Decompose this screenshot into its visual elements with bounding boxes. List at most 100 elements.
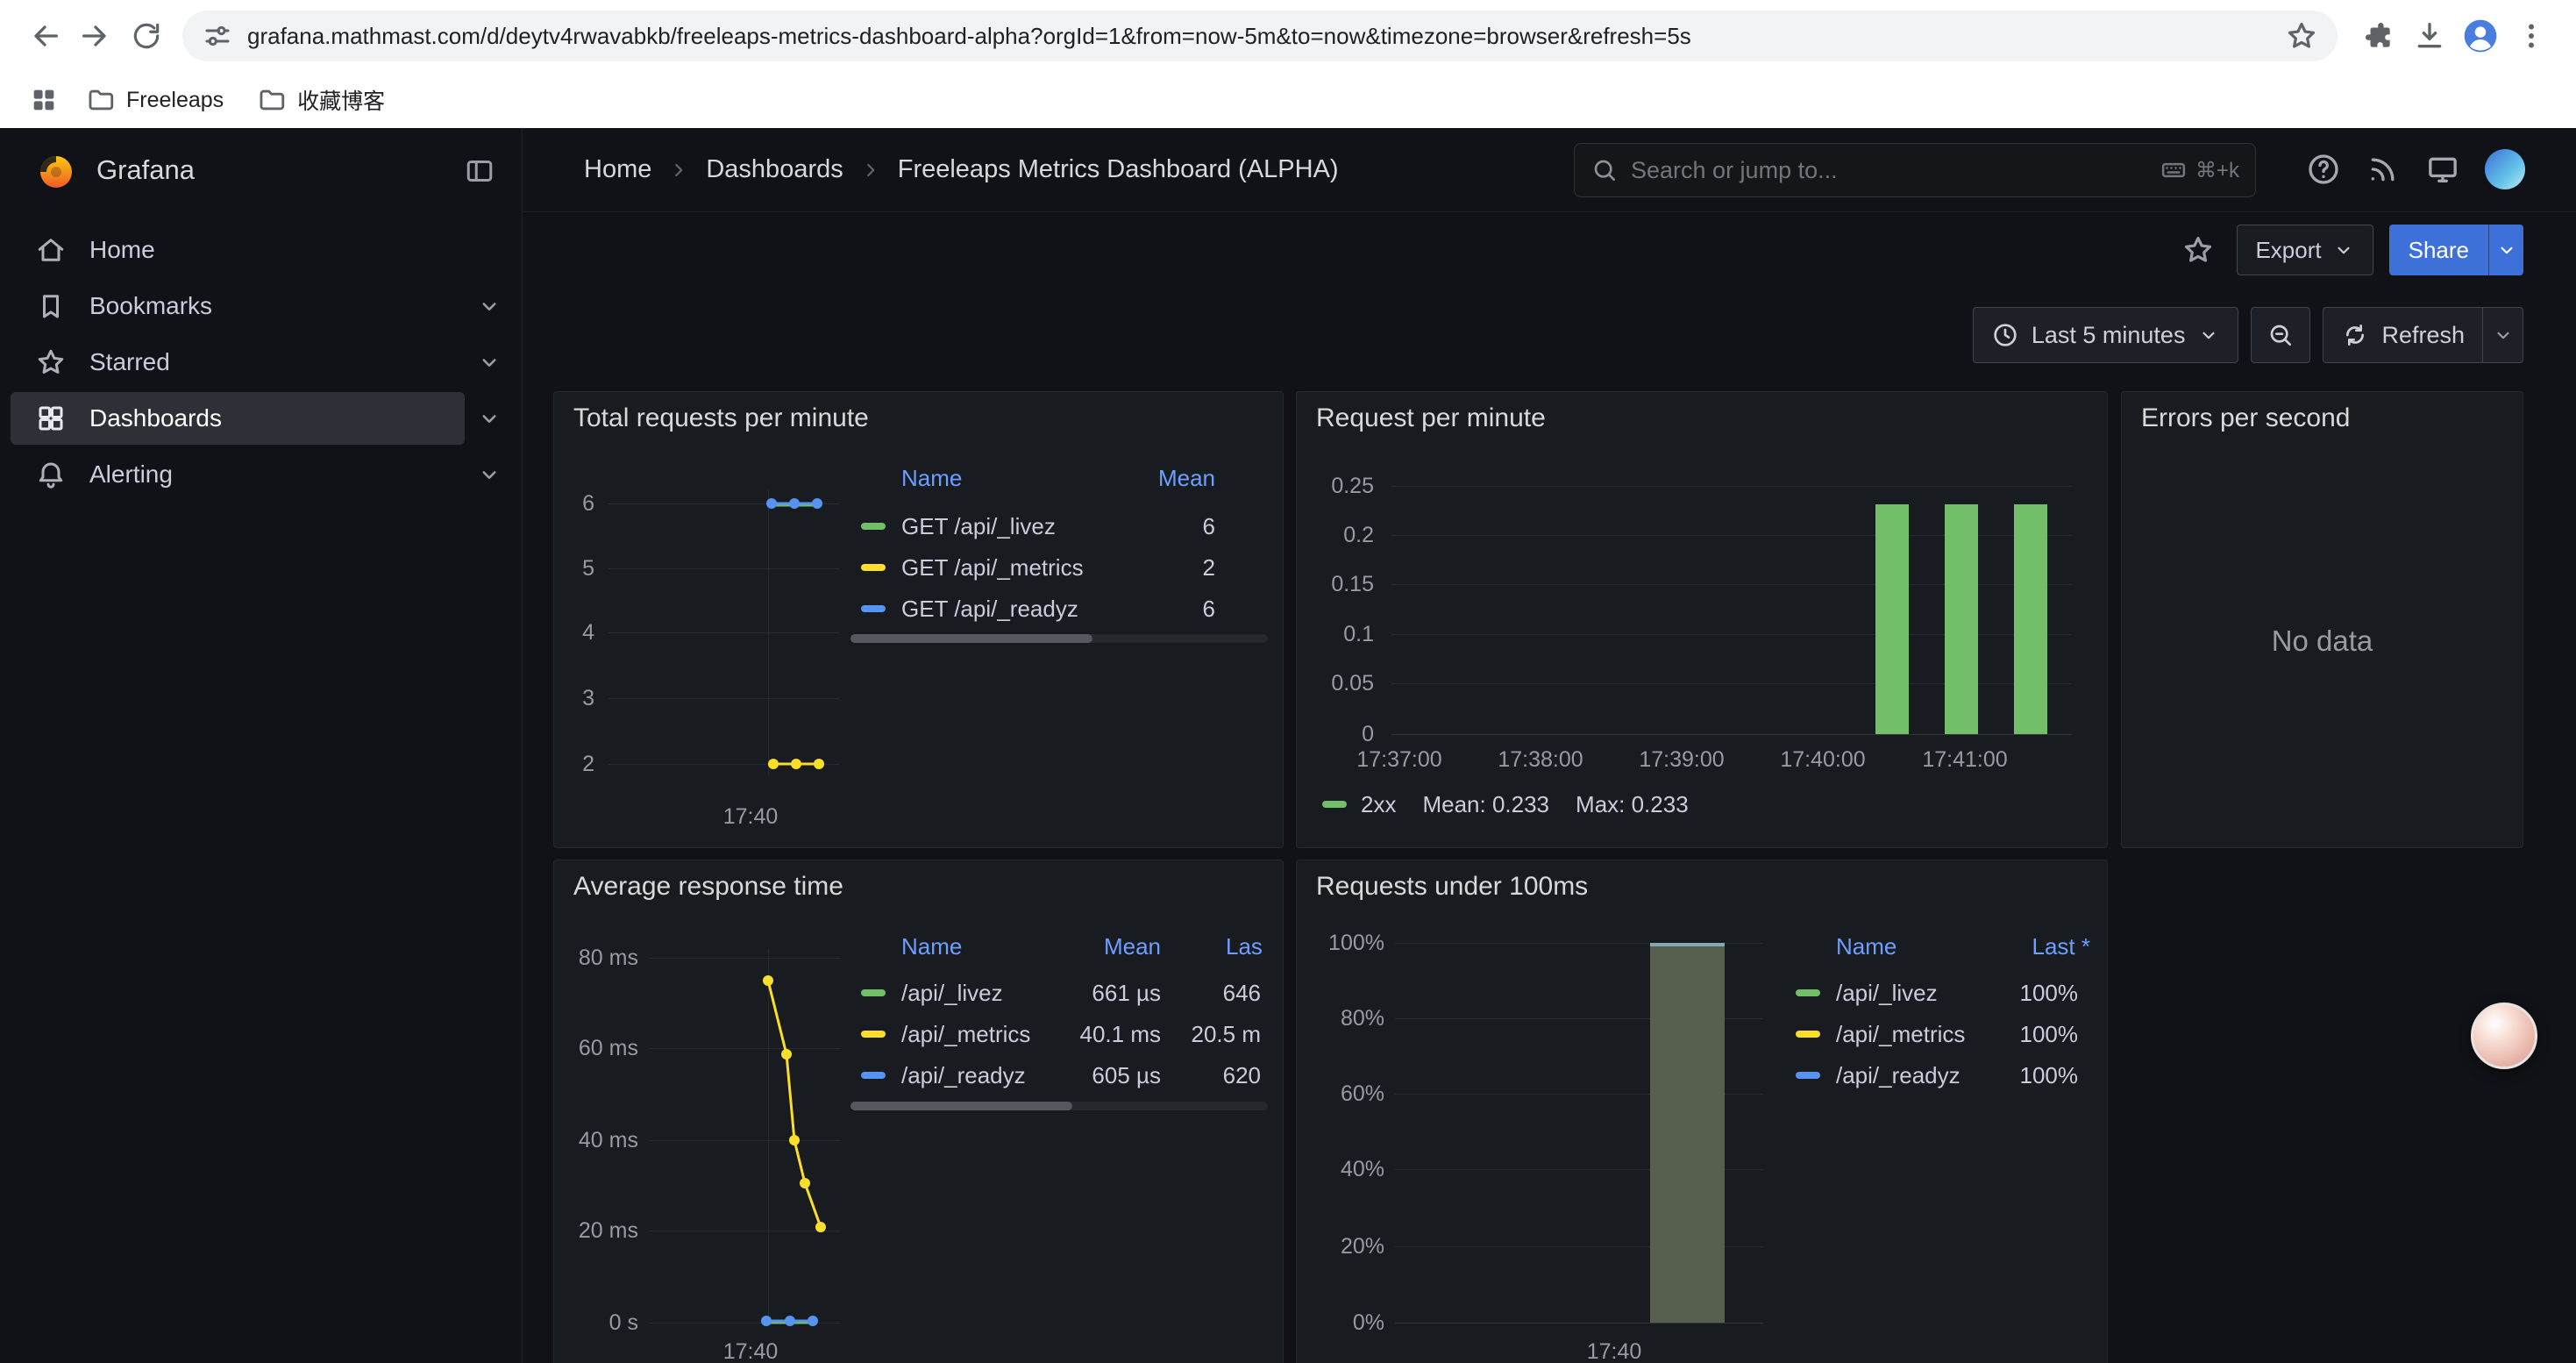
arrow-right-icon	[78, 18, 113, 54]
expand-chevron-button[interactable]	[465, 338, 514, 387]
chevron-down-icon	[2332, 239, 2355, 261]
y-tick: 100%	[1311, 930, 1384, 956]
apps-grid-button[interactable]	[23, 79, 65, 121]
refresh-split-button: Refresh	[2323, 307, 2523, 363]
user-avatar[interactable]	[2485, 149, 2525, 189]
legend-row[interactable]: GET /api/_metrics 2	[850, 549, 1268, 584]
chevron-down-icon	[2197, 324, 2220, 346]
series-swatch-green	[1322, 801, 1347, 808]
legend-header-mean[interactable]: Mean	[1104, 931, 1161, 962]
legend-row[interactable]: /api/_livez 661 µs 646	[850, 974, 1268, 1010]
legend-header-last[interactable]: Las	[1226, 931, 1263, 962]
panel-request-per-minute[interactable]: Request per minute 0.25 0.2 0.15 0.1 0.0…	[1296, 391, 2108, 848]
legend-header-name[interactable]: Name	[901, 931, 962, 962]
panel-title[interactable]: Total requests per minute	[573, 403, 869, 433]
forward-button[interactable]	[70, 11, 121, 61]
reload-button[interactable]	[121, 11, 172, 61]
time-range-picker[interactable]: Last 5 minutes	[1973, 307, 2239, 363]
help-icon[interactable]	[2306, 152, 2341, 187]
legend-row[interactable]: /api/_metrics 100%	[1785, 1016, 2092, 1051]
sidebar-item-home[interactable]: Home	[0, 222, 523, 278]
y-tick: 0.2	[1311, 522, 1374, 548]
grafana-logo-icon[interactable]	[35, 149, 77, 191]
sidebar: Grafana Home Bookmarks	[0, 128, 523, 1363]
profile-button[interactable]	[2455, 11, 2506, 61]
refresh-button[interactable]: Refresh	[2323, 308, 2482, 362]
legend-row[interactable]: /api/_metrics 40.1 ms 20.5 m	[850, 1016, 1268, 1051]
legend-scrollbar[interactable]	[850, 1102, 1268, 1110]
expand-chevron-button[interactable]	[465, 450, 514, 499]
legend-row[interactable]: /api/_readyz 100%	[1785, 1057, 2092, 1092]
sidebar-toggle-button[interactable]	[459, 151, 500, 191]
legend-table: Name Last * /api/_livez 100% /api/_metri…	[1785, 931, 2092, 1106]
floating-avatar[interactable]	[2471, 1003, 2537, 1069]
series-name: GET /api/_readyz	[901, 596, 1078, 623]
series-swatch-green	[861, 523, 886, 530]
refresh-interval-button[interactable]	[2482, 308, 2523, 362]
legend-header-name[interactable]: Name	[901, 462, 962, 494]
browser-menu-button[interactable]	[2506, 11, 2557, 61]
bookmark-label: 收藏博客	[297, 84, 385, 116]
sidebar-item-starred[interactable]: Starred	[0, 334, 523, 390]
legend-row[interactable]: GET /api/_livez 6	[850, 508, 1268, 543]
favorite-star-button[interactable]	[2175, 227, 2221, 273]
news-rss-icon[interactable]	[2366, 152, 2401, 187]
panel-title[interactable]: Errors per second	[2141, 403, 2350, 433]
y-tick: 0 s	[563, 1309, 638, 1336]
sidebar-item-dashboards[interactable]: Dashboards	[0, 390, 523, 446]
legend-header-mean[interactable]: Mean	[1158, 462, 1215, 494]
legend-scrollbar[interactable]	[850, 634, 1268, 643]
panel-title[interactable]: Requests under 100ms	[1316, 872, 1588, 902]
legend-header-name[interactable]: Name	[1836, 931, 1896, 962]
y-tick: 40 ms	[563, 1127, 638, 1153]
panel-title[interactable]: Average response time	[573, 872, 843, 902]
share-menu-button[interactable]	[2488, 225, 2523, 275]
bookmark-star-icon[interactable]	[2285, 19, 2318, 53]
y-tick: 0%	[1311, 1309, 1384, 1336]
url-bar[interactable]: grafana.mathmast.com/d/deytv4rwavabkb/fr…	[182, 11, 2338, 61]
expand-chevron-button[interactable]	[465, 282, 514, 331]
export-label: Export	[2255, 237, 2321, 264]
expand-chevron-button[interactable]	[465, 394, 514, 443]
monitor-icon[interactable]	[2425, 152, 2460, 187]
panel-total-requests[interactable]: Total requests per minute 6 5 4 3 2 17:4…	[553, 391, 1284, 848]
y-tick: 3	[559, 685, 594, 711]
y-tick: 80 ms	[563, 945, 638, 971]
series-last: 20.5 m	[1192, 1021, 1262, 1048]
bookmark-folder-freeleaps[interactable]: Freeleaps	[74, 80, 236, 120]
back-button[interactable]	[19, 11, 70, 61]
downloads-button[interactable]	[2404, 11, 2455, 61]
series-name: /api/_livez	[1836, 980, 1938, 1007]
export-button[interactable]: Export	[2237, 225, 2373, 275]
scrollbar-thumb[interactable]	[850, 634, 1092, 643]
panel-requests-under-100ms[interactable]: Requests under 100ms 100% 80% 60% 40% 20…	[1296, 860, 2108, 1363]
sidebar-item-alerting[interactable]: Alerting	[0, 446, 523, 503]
panel-errors-per-second[interactable]: Errors per second No data	[2121, 391, 2523, 848]
share-button[interactable]: Share	[2389, 225, 2488, 275]
apps-grid-icon	[29, 85, 59, 115]
panel-average-response-time[interactable]: Average response time 80 ms 60 ms 40 ms …	[553, 860, 1284, 1363]
series-name: /api/_readyz	[901, 1062, 1026, 1089]
panel-title[interactable]: Request per minute	[1316, 403, 1546, 433]
y-tick: 20%	[1311, 1233, 1384, 1260]
series-mean: 40.1 ms	[1080, 1021, 1162, 1048]
scrollbar-thumb[interactable]	[850, 1102, 1072, 1110]
search-input[interactable]	[1631, 157, 2160, 184]
search-box[interactable]: ⌘+k	[1574, 143, 2256, 197]
shortcut-label: ⌘+k	[2195, 158, 2239, 183]
legend-row[interactable]: GET /api/_readyz 6	[850, 590, 1268, 625]
extensions-button[interactable]	[2353, 11, 2404, 61]
legend-row[interactable]: /api/_livez 100%	[1785, 974, 2092, 1010]
sidebar-item-bookmarks[interactable]: Bookmarks	[0, 278, 523, 334]
zoom-out-button[interactable]	[2251, 307, 2310, 363]
legend-inline[interactable]: 2xx Mean: 0.233 Max: 0.233	[1322, 789, 1689, 820]
chevron-down-icon	[476, 405, 502, 432]
legend-table: Name Mean GET /api/_livez 6 GET /api/_me…	[850, 462, 1268, 664]
legend-row[interactable]: /api/_readyz 605 µs 620	[850, 1057, 1268, 1092]
breadcrumb-home[interactable]: Home	[584, 155, 651, 184]
breadcrumb-dashboards[interactable]: Dashboards	[706, 155, 843, 184]
bookmark-folder-blogs[interactable]: 收藏博客	[245, 79, 397, 121]
legend-header-last[interactable]: Last *	[2032, 931, 2091, 962]
keyboard-shortcut-hint: ⌘+k	[2160, 157, 2239, 183]
bar-chart	[1297, 392, 2109, 849]
